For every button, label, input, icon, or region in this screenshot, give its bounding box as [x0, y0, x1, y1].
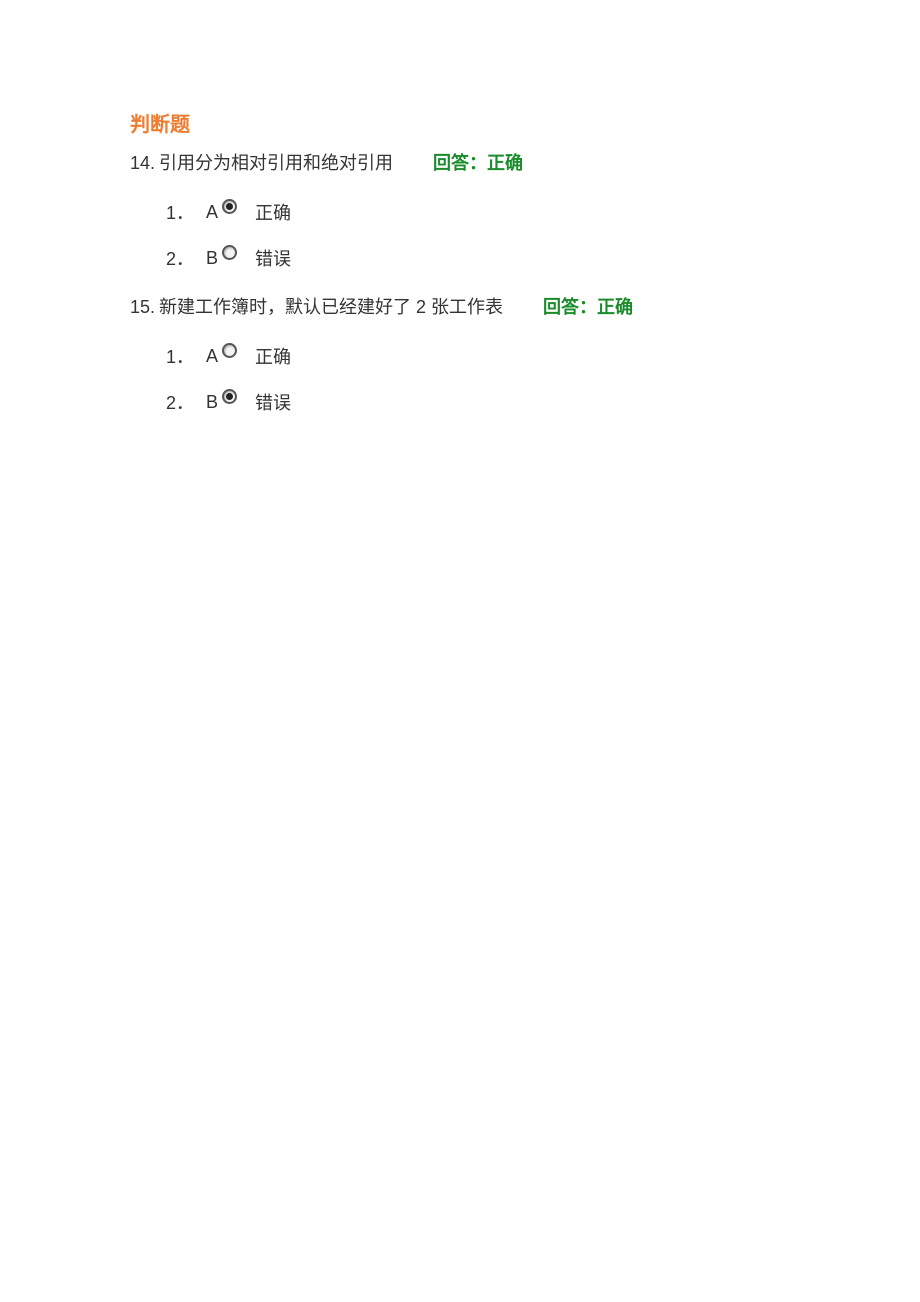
answer-feedback: 回答：正确 [543, 293, 633, 319]
option-letter: B [206, 392, 218, 413]
radio-unchecked-icon [222, 343, 237, 358]
option-index: 2． [166, 389, 194, 415]
radio-button[interactable] [222, 199, 237, 214]
question-number: 15. [130, 297, 155, 318]
question-number: 14. [130, 153, 155, 174]
question-row: 15. 新建工作簿时，默认已经建好了 2 张工作表 回答：正确 [130, 293, 790, 319]
question-text: 引用分为相对引用和绝对引用 [159, 149, 393, 175]
radio-button[interactable] [222, 245, 237, 260]
question-14: 14. 引用分为相对引用和绝对引用 回答：正确 1． A 正确 2． B 错误 [130, 149, 790, 271]
question-text: 新建工作簿时，默认已经建好了 2 张工作表 [159, 293, 503, 319]
options-list: 1． A 正确 2． B 错误 [166, 199, 790, 271]
option-label: 错误 [255, 245, 291, 271]
option-label: 正确 [255, 199, 291, 225]
option-letter: B [206, 248, 218, 269]
option-item: 1． A 正确 [166, 343, 790, 369]
radio-checked-icon [222, 389, 237, 404]
option-index: 1． [166, 199, 194, 225]
option-item: 2． B 错误 [166, 389, 790, 415]
radio-unchecked-icon [222, 245, 237, 260]
option-label: 错误 [255, 389, 291, 415]
radio-button[interactable] [222, 389, 237, 404]
option-letter: A [206, 202, 218, 223]
question-row: 14. 引用分为相对引用和绝对引用 回答：正确 [130, 149, 790, 175]
question-15: 15. 新建工作簿时，默认已经建好了 2 张工作表 回答：正确 1． A 正确 … [130, 293, 790, 415]
option-index: 1． [166, 343, 194, 369]
radio-checked-icon [222, 199, 237, 214]
option-label: 正确 [255, 343, 291, 369]
answer-feedback: 回答：正确 [433, 149, 523, 175]
option-letter: A [206, 346, 218, 367]
option-item: 1． A 正确 [166, 199, 790, 225]
options-list: 1． A 正确 2． B 错误 [166, 343, 790, 415]
section-title: 判断题 [130, 108, 790, 137]
option-item: 2． B 错误 [166, 245, 790, 271]
option-index: 2． [166, 245, 194, 271]
radio-button[interactable] [222, 343, 237, 358]
